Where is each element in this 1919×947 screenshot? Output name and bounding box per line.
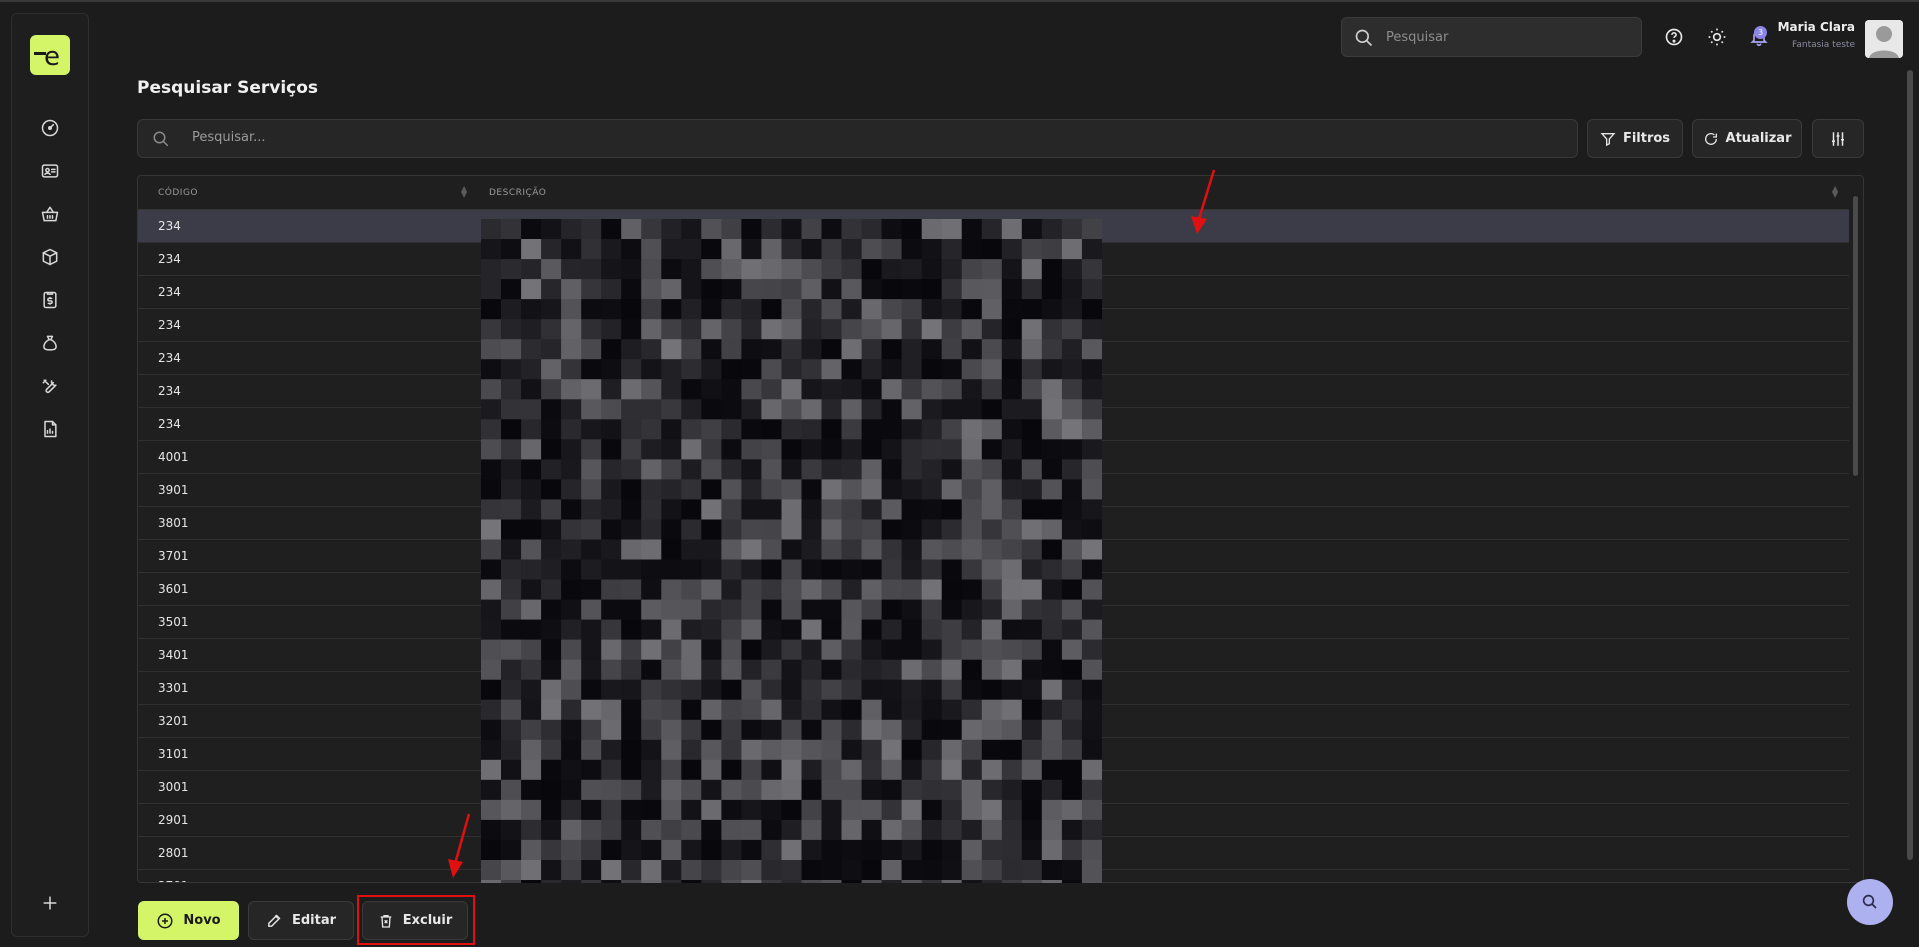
filters-label: Filtros xyxy=(1622,131,1671,146)
sidebar: e xyxy=(11,13,89,937)
sort-icon[interactable]: ▲ ▼ xyxy=(461,185,467,199)
services-search xyxy=(137,119,1578,158)
notification-badge: 3 xyxy=(1754,26,1767,39)
logo[interactable]: e xyxy=(30,35,70,75)
page-title: Pesquisar Serviços xyxy=(137,78,319,98)
annotation-arrow xyxy=(448,813,471,878)
global-search-input[interactable] xyxy=(1386,29,1626,45)
edit-icon xyxy=(268,914,281,927)
services-search-input[interactable] xyxy=(192,130,1492,145)
global-search xyxy=(1341,17,1642,57)
cell-code: 3301 xyxy=(158,681,189,695)
cell-code: 3601 xyxy=(158,582,189,596)
cell-code: 3101 xyxy=(158,747,189,761)
logo-letter: e xyxy=(44,42,60,72)
cell-code: 3201 xyxy=(158,714,189,728)
user-name[interactable]: Maria Clara xyxy=(1778,20,1855,34)
new-button[interactable]: Novo xyxy=(138,901,239,940)
cell-code: 234 xyxy=(158,417,181,431)
cell-code: 3901 xyxy=(158,483,189,497)
dashboard-icon[interactable] xyxy=(38,116,62,140)
column-header-code[interactable]: CÓDIGO xyxy=(158,188,198,198)
column-header-description[interactable]: DESCRIÇÃO xyxy=(489,188,546,198)
annotation-highlight-box xyxy=(357,895,475,945)
cell-code: 234 xyxy=(158,318,181,332)
cell-code: 3701 xyxy=(158,549,189,563)
avatar[interactable] xyxy=(1865,20,1903,58)
grid-header: CÓDIGO ▲ ▼ DESCRIÇÃO ▲ ▼ xyxy=(138,176,1849,210)
cell-code: 2901 xyxy=(158,813,189,827)
refresh-button[interactable]: Atualizar xyxy=(1692,119,1802,158)
page-scrollbar[interactable] xyxy=(1907,70,1913,860)
cell-code: 2801 xyxy=(158,846,189,860)
cell-code: 234 xyxy=(158,285,181,299)
help-icon[interactable] xyxy=(1664,27,1684,47)
cell-code: 4001 xyxy=(158,450,189,464)
column-settings-button[interactable] xyxy=(1812,119,1864,158)
theme-toggle-icon[interactable] xyxy=(1707,27,1727,47)
box-icon[interactable] xyxy=(38,245,62,269)
sort-icon[interactable]: ▲ ▼ xyxy=(1832,185,1838,199)
sliders-icon xyxy=(1832,131,1844,146)
cell-code: 234 xyxy=(158,219,181,233)
cell-code: 3401 xyxy=(158,648,189,662)
cell-code: 234 xyxy=(158,351,181,365)
search-icon xyxy=(1862,894,1877,909)
grid-scrollbar[interactable] xyxy=(1849,176,1861,882)
search-fab[interactable] xyxy=(1847,879,1893,925)
refresh-icon xyxy=(1704,132,1717,145)
search-icon xyxy=(153,131,169,147)
cell-code: 3501 xyxy=(158,615,189,629)
invoice-icon[interactable] xyxy=(38,288,62,312)
cell-code: 234 xyxy=(158,252,181,266)
search-icon xyxy=(1355,29,1373,47)
cell-code: 234 xyxy=(158,384,181,398)
edit-button[interactable]: Editar xyxy=(248,901,354,940)
plus-icon[interactable] xyxy=(38,891,62,915)
annotation-arrow xyxy=(1191,169,1216,234)
user-company: Fantasia teste xyxy=(1792,40,1855,50)
contact-card-icon[interactable] xyxy=(38,159,62,183)
redacted-pixels xyxy=(481,219,1102,883)
cell-code: 3801 xyxy=(158,516,189,530)
edit-label: Editar xyxy=(291,913,337,928)
grid-scrollbar-thumb[interactable] xyxy=(1853,196,1858,476)
new-label: Novo xyxy=(183,913,221,928)
refresh-label: Atualizar xyxy=(1725,131,1792,146)
basket-icon[interactable] xyxy=(38,202,62,226)
filters-button[interactable]: Filtros xyxy=(1587,119,1683,158)
plus-circle-icon xyxy=(157,913,173,928)
money-bag-icon[interactable] xyxy=(38,331,62,355)
redacted-description-area xyxy=(481,219,1102,883)
wrench-icon[interactable] xyxy=(38,374,62,398)
cell-code: 2701 xyxy=(158,879,189,882)
cell-code: 3001 xyxy=(158,780,189,794)
filter-icon xyxy=(1600,132,1616,146)
top-border xyxy=(0,0,1919,2)
report-icon[interactable] xyxy=(38,417,62,441)
